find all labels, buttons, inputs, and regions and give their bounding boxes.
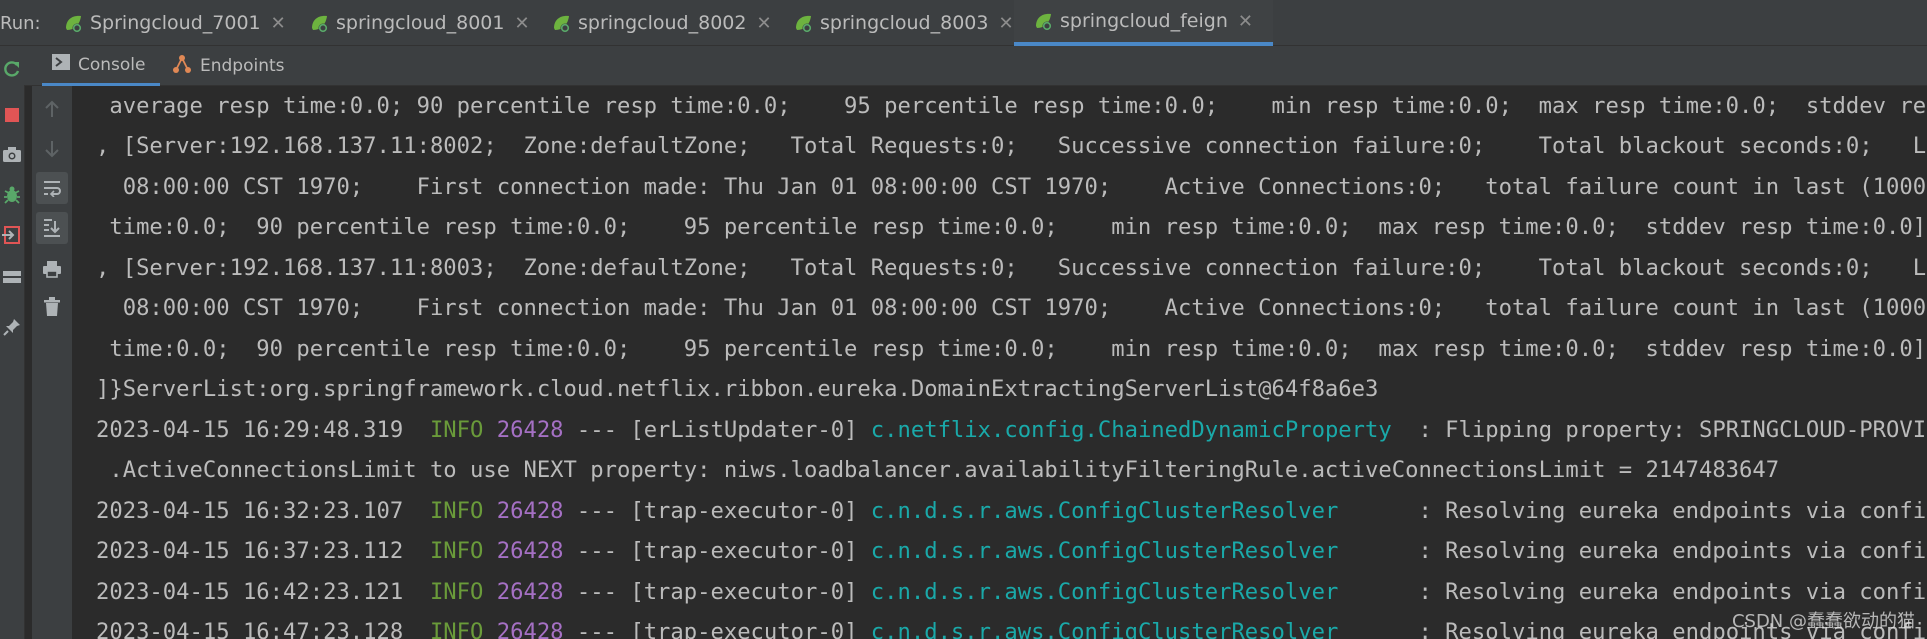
- log-line: 2023-04-15 16:29:48.319 INFO 26428 --- […: [96, 410, 1927, 450]
- log-line: 2023-04-15 16:32:23.107 INFO 26428 --- […: [96, 491, 1927, 531]
- scroll-to-end-icon[interactable]: [36, 212, 68, 244]
- run-tab-label: Springcloud_7001: [90, 12, 261, 34]
- console-output[interactable]: average resp time:0.0; 90 percentile res…: [74, 86, 1927, 639]
- log-pid: 26428: [483, 498, 564, 524]
- log-logger[interactable]: c.n.d.s.r.aws.ConfigClusterResolver: [871, 498, 1405, 524]
- close-icon[interactable]: ✕: [1238, 11, 1253, 32]
- console-line: average resp time:0.0; 90 percentile res…: [96, 93, 1927, 119]
- log-pid: 26428: [483, 417, 564, 443]
- log-logger[interactable]: c.n.d.s.r.aws.ConfigClusterResolver: [871, 619, 1405, 639]
- console-line: , [Server:192.168.137.11:8003; Zone:defa…: [96, 255, 1927, 281]
- stop-icon[interactable]: [0, 102, 24, 128]
- log-level: INFO: [429, 538, 484, 564]
- run-tab-springcloud-8002[interactable]: springcloud_8002 ✕: [550, 0, 772, 46]
- watermark: CSDN @蠢蠢欲动的猫: [1731, 611, 1915, 632]
- endpoints-icon: [172, 54, 192, 79]
- log-level: INFO: [429, 417, 484, 443]
- log-message: : Resolving eureka endpoints via configu…: [1418, 498, 1927, 524]
- log-thread: --- [trap-executor-0]: [563, 579, 871, 605]
- run-tab-label: springcloud_feign: [1060, 10, 1228, 32]
- spring-boot-icon: [792, 12, 814, 34]
- log-pid: 26428: [483, 579, 564, 605]
- spring-boot-icon: [1032, 10, 1054, 32]
- log-timestamp: 2023-04-15 16:42:23.121: [96, 579, 430, 605]
- tab-console[interactable]: Console: [42, 46, 160, 86]
- run-toolbar: [0, 46, 25, 639]
- run-tab-label: springcloud_8001: [336, 12, 505, 34]
- close-icon[interactable]: ✕: [998, 13, 1013, 34]
- console-icon: [52, 54, 70, 75]
- exit-icon[interactable]: [0, 222, 24, 248]
- log-timestamp: 2023-04-15 16:29:48.319: [96, 417, 430, 443]
- log-message: : Resolving eureka endpoints via configu…: [1418, 579, 1927, 605]
- console-line: 08:00:00 CST 1970; First connection made…: [122, 174, 1927, 200]
- console-line: , [Server:192.168.137.11:8002; Zone:defa…: [96, 133, 1927, 159]
- run-tab-bar: Run: Springcloud_7001 ✕ springcloud_8001…: [0, 0, 1927, 46]
- soft-wrap-icon[interactable]: [36, 172, 68, 204]
- run-tab-springcloud-feign[interactable]: springcloud_feign ✕: [1014, 0, 1273, 46]
- run-tab-springcloud-8003[interactable]: springcloud_8003 ✕: [792, 0, 1014, 46]
- down-arrow-icon[interactable]: [36, 134, 68, 164]
- log-thread: --- [trap-executor-0]: [563, 498, 871, 524]
- console-line: ]}ServerList:org.springframework.cloud.n…: [96, 376, 1379, 402]
- log-message: : Resolving eureka endpoints via configu…: [1418, 538, 1927, 564]
- log-pid: 26428: [483, 538, 564, 564]
- tab-endpoints[interactable]: Endpoints: [172, 46, 285, 86]
- run-tab-springcloud-8001[interactable]: springcloud_8001 ✕: [308, 0, 530, 46]
- tab-console-label: Console: [78, 54, 146, 75]
- log-timestamp: 2023-04-15 16:47:23.128: [96, 619, 430, 639]
- console-tab-bar: Console Endpoints: [24, 46, 1927, 86]
- tab-endpoints-label: Endpoints: [200, 56, 285, 76]
- debug-icon[interactable]: [0, 182, 24, 208]
- log-pid: 26428: [483, 619, 564, 639]
- console-line: time:0.0; 90 percentile resp time:0.0; 9…: [96, 336, 1927, 362]
- console-toolbar: [32, 86, 72, 639]
- log-line: 2023-04-15 16:47:23.128 INFO 26428 --- […: [96, 612, 1927, 639]
- pin-icon[interactable]: [0, 314, 24, 340]
- log-level: INFO: [429, 579, 484, 605]
- log-logger[interactable]: c.n.d.s.r.aws.ConfigClusterResolver: [871, 579, 1405, 605]
- log-thread: --- [trap-executor-0]: [563, 619, 871, 639]
- log-thread: --- [erListUpdater-0]: [563, 417, 871, 443]
- run-tab-label: springcloud_8002: [578, 12, 747, 34]
- log-timestamp: 2023-04-15 16:37:23.112: [96, 538, 430, 564]
- console-line: time:0.0; 90 percentile resp time:0.0; 9…: [96, 214, 1927, 240]
- log-message: : Flipping property: SPRINGCLOUD-PROVIDE…: [1418, 417, 1927, 443]
- close-icon[interactable]: ✕: [271, 13, 286, 34]
- close-icon[interactable]: ✕: [756, 13, 771, 34]
- log-timestamp: 2023-04-15 16:32:23.107: [96, 498, 430, 524]
- log-logger[interactable]: c.n.d.s.r.aws.ConfigClusterResolver: [871, 538, 1405, 564]
- spring-boot-icon: [308, 12, 330, 34]
- spring-boot-icon: [62, 12, 84, 34]
- log-thread: --- [trap-executor-0]: [563, 538, 871, 564]
- log-line: 2023-04-15 16:42:23.121 INFO 26428 --- […: [96, 572, 1927, 612]
- rerun-icon[interactable]: [0, 56, 24, 82]
- log-logger[interactable]: c.netflix.config.ChainedDynamicProperty: [871, 417, 1405, 443]
- camera-icon[interactable]: [0, 142, 24, 168]
- log-level: INFO: [429, 498, 484, 524]
- layout-icon[interactable]: [0, 264, 24, 290]
- print-icon[interactable]: [36, 254, 68, 284]
- run-label: Run:: [0, 13, 41, 34]
- up-arrow-icon[interactable]: [36, 94, 68, 124]
- console-line: 08:00:00 CST 1970; First connection made…: [122, 295, 1927, 321]
- close-icon[interactable]: ✕: [514, 13, 529, 34]
- console-line: .ActiveConnectionsLimit to use NEXT prop…: [96, 457, 1780, 483]
- run-tab-label: springcloud_8003: [820, 12, 989, 34]
- run-tab-springcloud-7001[interactable]: Springcloud_7001 ✕: [62, 0, 286, 46]
- log-line: 2023-04-15 16:37:23.112 INFO 26428 --- […: [96, 531, 1927, 571]
- spring-boot-icon: [550, 12, 572, 34]
- trash-icon[interactable]: [36, 292, 68, 322]
- log-level: INFO: [429, 619, 484, 639]
